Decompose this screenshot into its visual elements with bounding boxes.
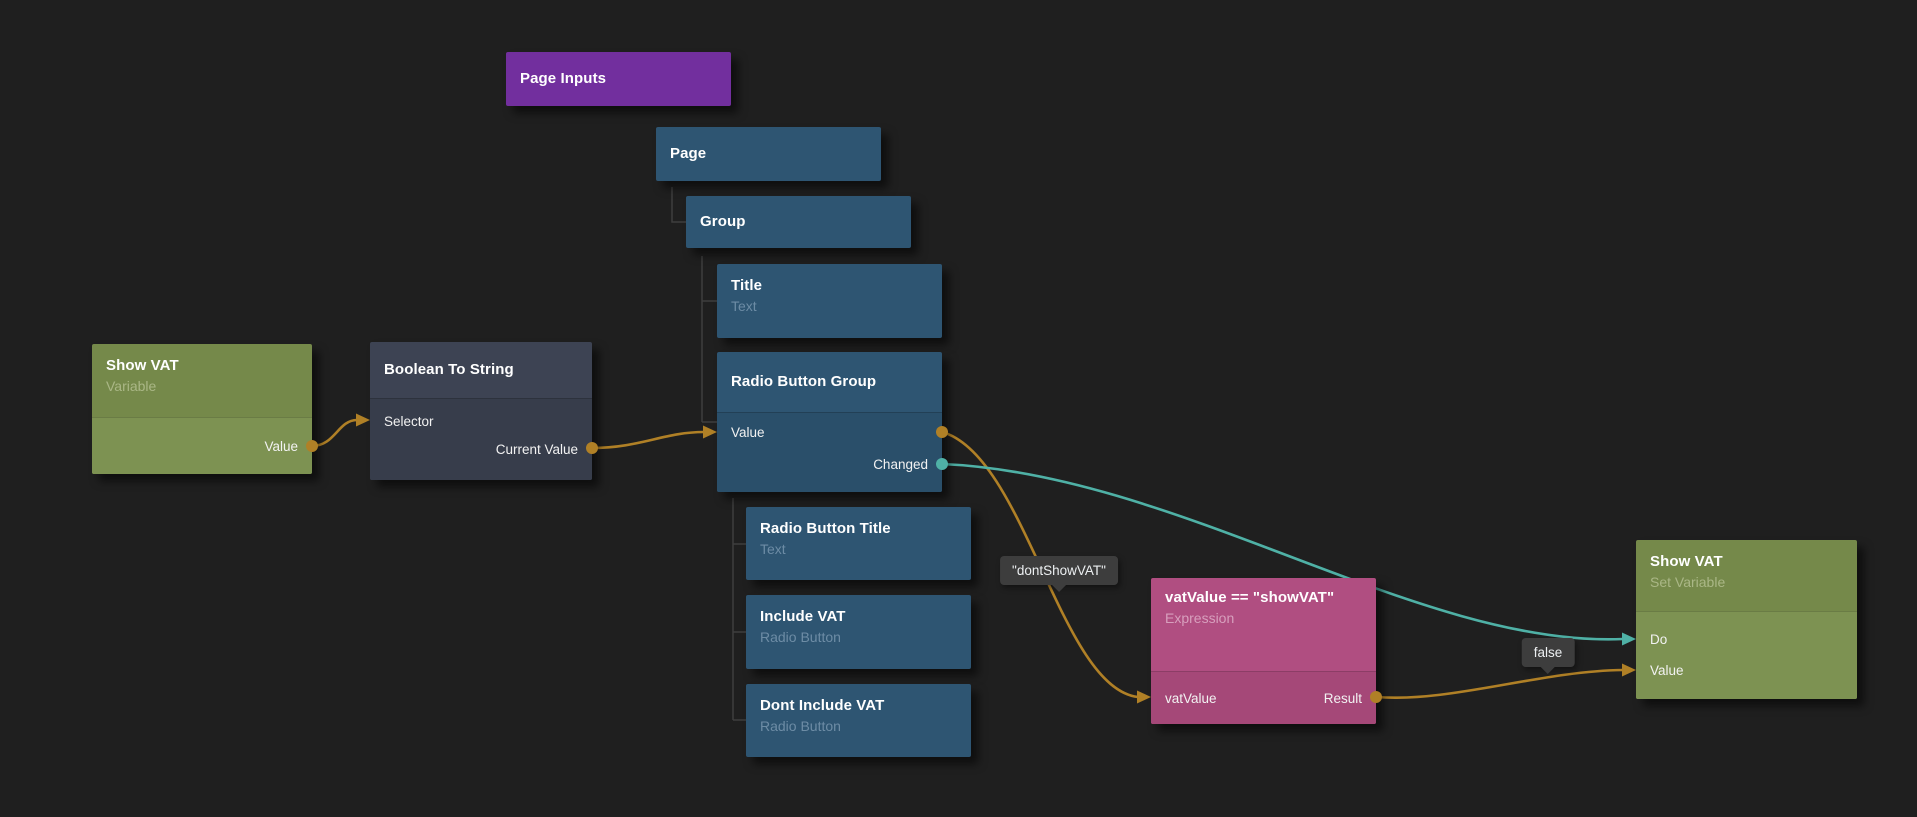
node-set-variable[interactable]: Show VAT Set Variable Do Value	[1636, 540, 1857, 699]
node-type-label: Expression	[1165, 609, 1362, 628]
port-value-output[interactable]: Value	[92, 418, 312, 475]
node-title: Group	[700, 212, 746, 232]
arrowhead-selector	[356, 414, 370, 427]
tree-line-group-children	[702, 256, 717, 422]
arrowhead-vatvalue-in	[1137, 691, 1151, 704]
tooltip-text: "dontShowVAT"	[1012, 563, 1106, 578]
connection-value-tooltip-dontshowvat: "dontShowVAT"	[1000, 556, 1118, 585]
node-title: Show VAT	[1650, 552, 1843, 572]
node-show-vat-variable[interactable]: Show VAT Variable Value	[92, 344, 312, 474]
arrowhead-setvariable-value-in	[1622, 664, 1636, 677]
tree-line-page-group	[672, 187, 686, 222]
port-do-input[interactable]: Do	[1636, 624, 1857, 655]
node-title: Include VAT	[760, 607, 957, 627]
node-title: Page Inputs	[520, 69, 606, 89]
node-type-label: Text	[731, 297, 928, 316]
connection-result-to-setvariable-value[interactable]	[1376, 670, 1623, 698]
arrowhead-do-in	[1622, 633, 1636, 646]
node-title: Boolean To String	[384, 360, 514, 380]
port-current-value-output[interactable]: Current Value	[370, 435, 592, 463]
node-include-vat[interactable]: Include VAT Radio Button	[746, 595, 971, 669]
node-title: Page	[670, 144, 706, 164]
port-result-output[interactable]: Result	[1324, 691, 1362, 706]
signal-connection-arrowheads	[1622, 633, 1636, 646]
connection-booleantostring-to-value[interactable]	[592, 432, 704, 448]
port-selector-input[interactable]: Selector	[370, 407, 592, 435]
node-expression[interactable]: vatValue == "showVAT" Expression vatValu…	[1151, 578, 1376, 724]
tooltip-text: false	[1534, 645, 1563, 660]
node-title: Radio Button Group	[731, 372, 876, 392]
node-radio-button-group[interactable]: Radio Button Group Value Changed	[717, 352, 942, 492]
connection-value-tooltip-false: false	[1522, 638, 1575, 667]
node-type-label: Text	[760, 540, 957, 559]
node-page-inputs[interactable]: Page Inputs	[506, 52, 731, 106]
port-vatvalue-input[interactable]: vatValue	[1165, 691, 1217, 706]
node-page[interactable]: Page	[656, 127, 881, 181]
tree-line-radio-group-children	[733, 498, 746, 720]
arrowhead-value-in	[703, 426, 717, 439]
node-graph-canvas[interactable]: Page Inputs Page Group Title Text Radio …	[0, 0, 1917, 817]
node-type-label: Radio Button	[760, 717, 957, 736]
node-radio-button-title[interactable]: Radio Button Title Text	[746, 507, 971, 580]
port-value-input[interactable]: Value	[1636, 655, 1857, 686]
node-title: Radio Button Title	[760, 519, 957, 539]
connection-showvat-to-booleantostring[interactable]	[312, 420, 357, 446]
node-title: Title	[731, 276, 928, 296]
node-type-label: Set Variable	[1650, 573, 1843, 592]
node-type-label: Variable	[106, 377, 298, 396]
port-value-input[interactable]: Value	[717, 416, 942, 448]
node-title: Show VAT	[106, 356, 298, 376]
port-changed-output[interactable]: Changed	[717, 448, 942, 480]
node-title: Dont Include VAT	[760, 696, 957, 716]
node-boolean-to-string[interactable]: Boolean To String Selector Current Value	[370, 342, 592, 480]
node-group[interactable]: Group	[686, 196, 911, 248]
node-title: vatValue == "showVAT"	[1165, 588, 1362, 608]
node-dont-include-vat[interactable]: Dont Include VAT Radio Button	[746, 684, 971, 757]
node-type-label: Radio Button	[760, 628, 957, 647]
node-title-text[interactable]: Title Text	[717, 264, 942, 338]
